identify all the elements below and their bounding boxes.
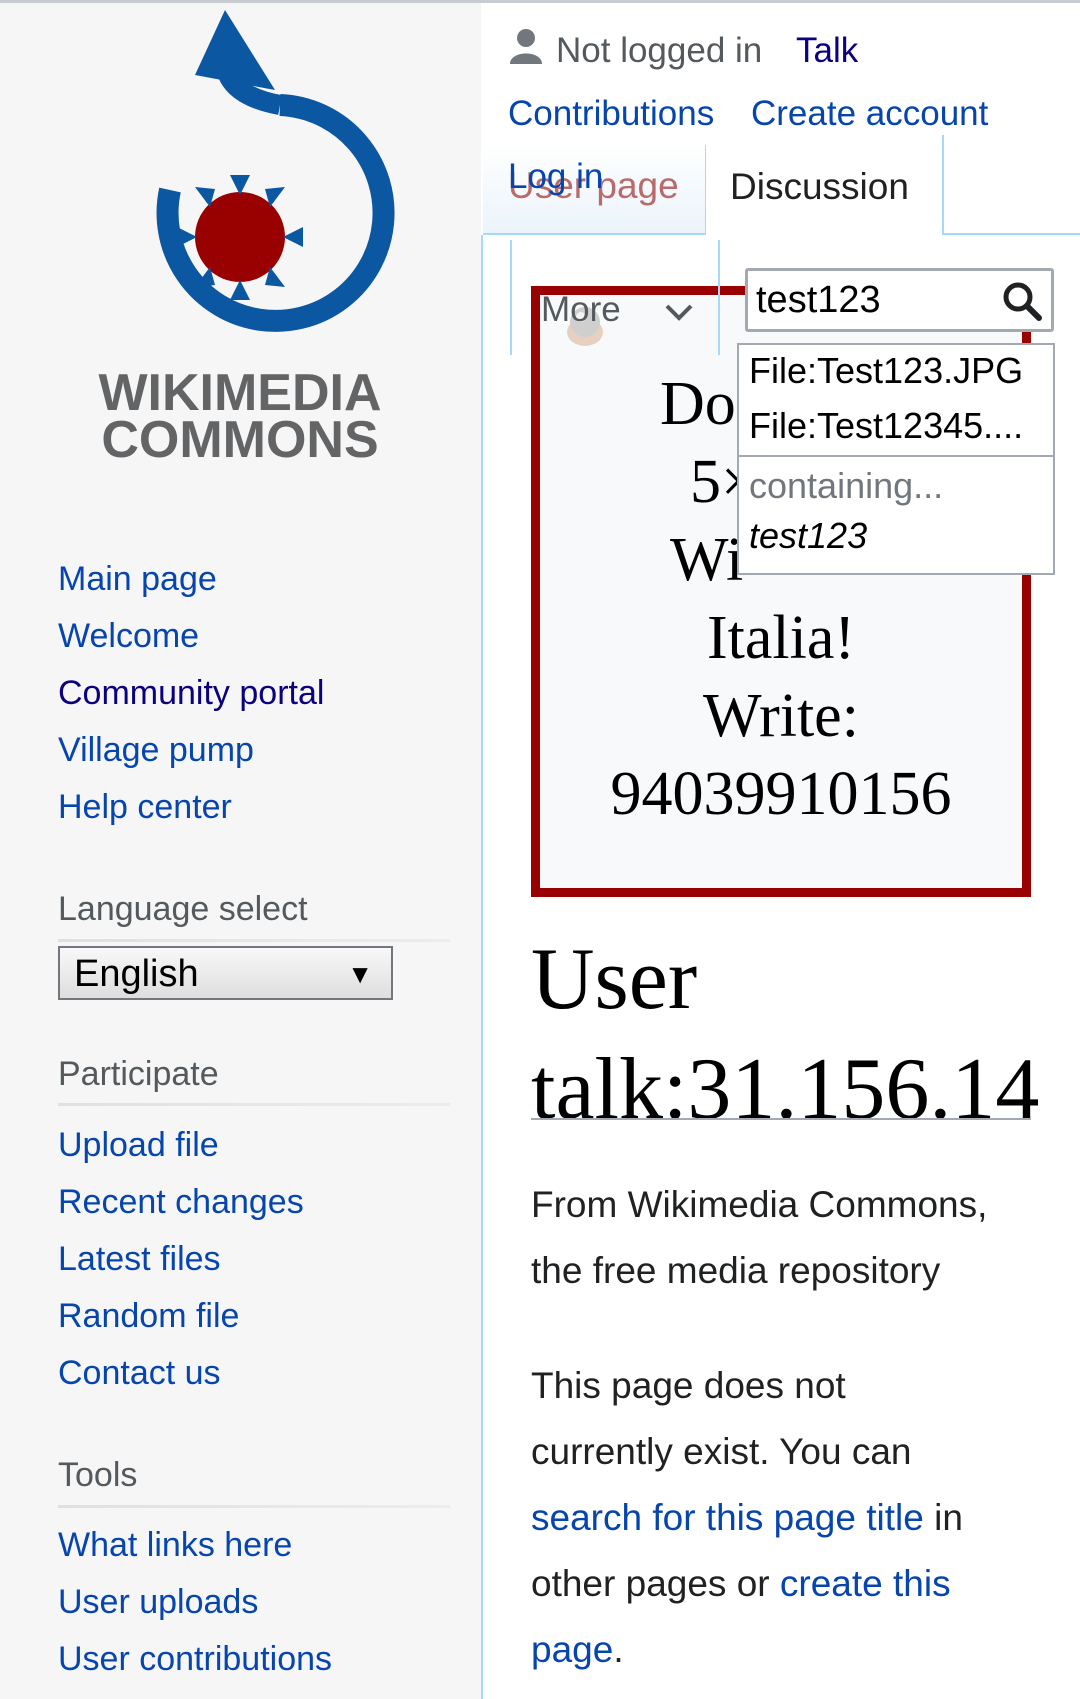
chevron-down-icon[interactable] — [664, 302, 694, 322]
divider — [718, 240, 720, 355]
divider — [510, 240, 512, 355]
search-box[interactable] — [745, 268, 1054, 332]
nav-upload-file[interactable]: Upload file — [58, 1125, 219, 1165]
nav-recent-changes[interactable]: Recent changes — [58, 1182, 304, 1222]
notice-text: other pages or create this — [531, 1551, 951, 1617]
not-logged-in-text: Not logged in — [556, 31, 763, 70]
divider — [739, 455, 1053, 457]
banner-line: Italia! — [706, 604, 855, 672]
search-input[interactable] — [756, 277, 996, 323]
notice-in: in — [923, 1497, 963, 1538]
search-suggestions: File:Test123.JPG File:Test12345.... cont… — [737, 343, 1055, 575]
suggestion-item[interactable]: File:Test12345.... — [749, 405, 1023, 447]
nav-welcome[interactable]: Welcome — [58, 616, 199, 656]
nav-help-center[interactable]: Help center — [58, 787, 232, 827]
notice-text: currently exist. You can — [531, 1431, 912, 1472]
nav-community-portal[interactable]: Community portal — [58, 673, 324, 713]
content-border — [481, 235, 483, 1699]
title-underline — [531, 1118, 1031, 1120]
commons-logo-icon — [156, 10, 395, 332]
user-icon — [510, 29, 542, 64]
divider — [58, 1103, 450, 1106]
search-icon[interactable] — [1000, 279, 1044, 323]
create-account-link[interactable]: Create account — [751, 93, 988, 135]
nav-user-uploads[interactable]: User uploads — [58, 1582, 258, 1622]
notice-period: . — [613, 1629, 624, 1670]
suggestion-item[interactable]: File:Test123.JPG — [749, 350, 1023, 392]
tagline: the free media repository — [531, 1250, 941, 1291]
more-menu-label[interactable]: More — [541, 289, 621, 331]
create-page-link[interactable]: page — [531, 1629, 613, 1670]
nav-latest-files[interactable]: Latest files — [58, 1239, 221, 1279]
banner-line: Wi — [670, 526, 744, 594]
containing-label: containing... — [749, 465, 944, 506]
page-title: User — [531, 931, 698, 1028]
talk-link[interactable]: Talk — [796, 30, 858, 72]
page-title: talk:31.156.14 — [531, 1041, 1040, 1138]
nav-village-pump[interactable]: Village pump — [58, 730, 254, 770]
tagline: From Wikimedia Commons, — [531, 1184, 988, 1225]
participate-heading: Participate — [58, 1055, 219, 1093]
top-border — [0, 0, 1080, 3]
notice-other-pages: other pages or — [531, 1563, 780, 1604]
tab-discussion-label: Discussion — [730, 166, 909, 207]
log-in-link[interactable]: Log in — [508, 156, 603, 198]
language-value: English — [74, 953, 199, 995]
search-page-title-link[interactable]: search for this page title — [531, 1497, 924, 1538]
notice-text: This page does not — [531, 1365, 846, 1406]
nav-contact-us[interactable]: Contact us — [58, 1353, 221, 1393]
nav-what-links-here[interactable]: What links here — [58, 1525, 292, 1565]
divider — [58, 1505, 450, 1508]
language-select-heading: Language select — [58, 890, 308, 928]
nav-random-file[interactable]: Random file — [58, 1296, 239, 1336]
banner-line: Write: — [703, 682, 859, 750]
language-dropdown[interactable]: English ▼ — [58, 946, 393, 1000]
containing-query: test123 — [749, 515, 868, 556]
tab-underline — [942, 233, 1080, 235]
notice-text: search for this page title in — [531, 1485, 963, 1551]
nav-user-contributions[interactable]: User contributions — [58, 1639, 332, 1679]
divider — [58, 939, 450, 942]
contributions-link[interactable]: Contributions — [508, 93, 714, 135]
banner-line: 94039910156 — [610, 760, 952, 828]
create-page-link[interactable]: create this — [780, 1563, 951, 1604]
nav-main-page[interactable]: Main page — [58, 559, 217, 599]
notice-text: page. — [531, 1617, 624, 1683]
sidebar: WIKIMEDIA COMMONS Main page Welcome Comm… — [0, 0, 481, 1699]
tools-heading: Tools — [58, 1456, 138, 1494]
wikimedia-commons-logo[interactable]: WIKIMEDIA COMMONS — [65, 5, 415, 475]
dropdown-arrow-icon: ▼ — [347, 959, 373, 989]
logo-wordmark-2: COMMONS — [101, 411, 378, 469]
tab-underline — [483, 233, 705, 235]
